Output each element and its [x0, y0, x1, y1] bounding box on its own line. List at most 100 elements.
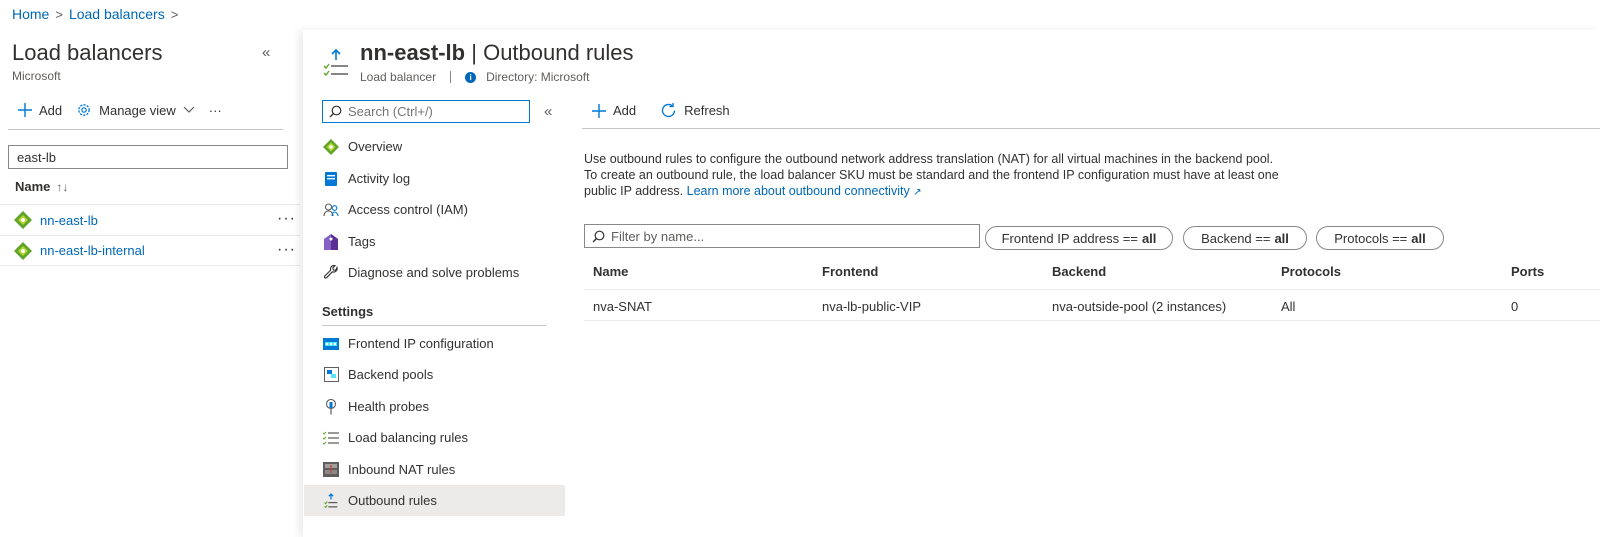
pill-label: Protocols == — [1334, 230, 1408, 246]
rule-protocols-cell: All — [1281, 299, 1296, 314]
menu-item-health-probes[interactable]: Health probes — [304, 391, 565, 422]
menu-item-label: Backend pools — [348, 367, 434, 382]
command-bar: Add Refresh — [592, 102, 730, 119]
pill-value: all — [1411, 230, 1426, 246]
manage-view-label: Manage view — [99, 102, 176, 118]
menu-item-label: Load balancing rules — [348, 430, 468, 445]
menu-item-activity-log[interactable]: Activity log — [304, 163, 565, 194]
manage-view-button[interactable]: Manage view — [76, 102, 195, 118]
command-bar-divider — [582, 128, 1600, 129]
sort-icon: ↑↓ — [56, 179, 69, 194]
resource-type: Load balancer — [360, 70, 437, 84]
menu-item-inbound-nat-rules[interactable]: Inbound NAT rules — [304, 454, 565, 485]
load-balancer-diamond-icon — [14, 241, 32, 260]
tag-icon — [323, 233, 339, 250]
add-button[interactable]: Add — [592, 103, 636, 118]
name-column-label: Name — [15, 179, 51, 194]
search-icon — [329, 105, 342, 118]
column-header-frontend[interactable]: Frontend — [822, 264, 878, 279]
backend-filter-pill[interactable]: Backend == all — [1183, 226, 1307, 250]
people-icon — [323, 202, 339, 218]
list-item[interactable]: nn-east-lb ··· — [0, 204, 300, 235]
rule-backend-cell: nva-outside-pool (2 instances) — [1052, 299, 1227, 314]
refresh-button-label: Refresh — [684, 103, 730, 118]
frontend-ip-icon — [323, 336, 339, 352]
menu-item-label: Access control (IAM) — [348, 202, 468, 217]
chevron-down-icon — [183, 106, 195, 114]
list-item[interactable]: nn-east-lb-internal ··· — [0, 235, 300, 266]
add-button[interactable]: Add — [18, 103, 62, 118]
plus-icon — [592, 103, 606, 118]
filter-by-name-box[interactable]: Filter by name... — [584, 224, 980, 248]
menu-item-frontend-ip[interactable]: Frontend IP configuration — [304, 328, 565, 359]
pill-value: all — [1141, 230, 1157, 246]
pill-label: Backend == — [1201, 230, 1271, 246]
menu-search-input[interactable] — [348, 104, 523, 119]
inbound-nat-icon — [323, 462, 339, 478]
search-icon — [592, 230, 605, 243]
menu-item-label: Inbound NAT rules — [348, 462, 456, 477]
rule-name-link[interactable]: nva-SNAT — [593, 299, 652, 314]
pill-value: all — [1274, 230, 1289, 246]
plus-icon — [18, 103, 32, 117]
column-header-protocols[interactable]: Protocols — [1281, 264, 1341, 279]
row-more-button[interactable]: ··· — [277, 210, 296, 228]
menu-item-tags[interactable]: Tags — [304, 226, 565, 257]
breadcrumb-separator: > — [170, 6, 179, 22]
directory-label: Directory: Microsoft — [486, 70, 590, 84]
refresh-button[interactable]: Refresh — [660, 102, 730, 119]
resource-subtitle: Load balancer i Directory: Microsoft — [360, 70, 589, 84]
rule-frontend-cell: nva-lb-public-VIP — [822, 299, 921, 314]
add-button-label: Add — [613, 103, 637, 118]
list-item-name-link[interactable]: nn-east-lb — [40, 213, 98, 228]
protocols-filter-pill[interactable]: Protocols == all — [1316, 226, 1444, 250]
activity-log-icon — [323, 171, 339, 187]
breadcrumb: Home > Load balancers > — [12, 6, 178, 22]
blade-title: Load balancers — [12, 40, 163, 65]
collapse-menu-button[interactable]: « — [544, 103, 552, 120]
breadcrumb-separator: > — [55, 6, 63, 22]
info-icon: i — [465, 71, 477, 83]
pill-label: Frontend IP address == — [1001, 230, 1138, 246]
table-header-divider — [584, 289, 1600, 290]
breadcrumb-load-balancers-link[interactable]: Load balancers — [69, 6, 165, 22]
row-more-button[interactable]: ··· — [277, 241, 296, 259]
toolbar-divider — [8, 129, 283, 130]
rules-list-icon — [323, 430, 339, 446]
learn-more-label: Learn more about outbound connectivity — [686, 184, 910, 198]
menu-item-load-balancing-rules[interactable]: Load balancing rules — [304, 422, 565, 453]
menu-item-outbound-rules[interactable]: Outbound rules — [304, 485, 565, 516]
separator — [450, 71, 452, 83]
column-header-ports[interactable]: Ports — [1511, 264, 1544, 279]
menu-item-overview[interactable]: Overview — [304, 131, 565, 162]
table-row-divider — [584, 320, 1600, 321]
menu-item-label: Overview — [348, 139, 403, 154]
menu-item-diagnose[interactable]: Diagnose and solve problems — [304, 257, 565, 288]
load-balancer-diamond-icon — [323, 138, 339, 155]
filter-input[interactable] — [8, 145, 288, 169]
menu-item-label: Tags — [348, 234, 376, 249]
outbound-rules-icon — [322, 48, 350, 78]
blade-subtitle: Microsoft — [12, 69, 61, 83]
more-options-button[interactable]: ··· — [209, 103, 222, 118]
column-header-name[interactable]: Name — [593, 264, 628, 279]
menu-item-label: Health probes — [348, 399, 429, 414]
name-column-header[interactable]: Name ↑↓ — [15, 179, 68, 194]
blade-toolbar: Add Manage view ··· — [18, 102, 222, 118]
menu-item-label: Outbound rules — [348, 493, 437, 508]
menu-item-access-control[interactable]: Access control (IAM) — [304, 194, 565, 225]
refresh-icon — [660, 102, 677, 119]
frontend-ip-filter-pill[interactable]: Frontend IP address == all — [985, 226, 1173, 250]
list-item-name-link[interactable]: nn-east-lb-internal — [40, 243, 145, 258]
health-probe-icon — [323, 398, 339, 415]
learn-more-link[interactable]: Learn more about outbound connectivity ↗ — [687, 184, 922, 198]
filter-placeholder: Filter by name... — [611, 228, 705, 244]
backend-pool-icon — [323, 367, 339, 383]
add-button-label: Add — [39, 102, 63, 118]
breadcrumb-home-link[interactable]: Home — [12, 6, 49, 22]
collapse-blade-button[interactable]: « — [262, 44, 270, 61]
menu-search-box[interactable] — [322, 100, 530, 123]
menu-item-backend-pools[interactable]: Backend pools — [304, 359, 565, 390]
section-divider — [322, 325, 546, 326]
column-header-backend[interactable]: Backend — [1052, 264, 1106, 279]
